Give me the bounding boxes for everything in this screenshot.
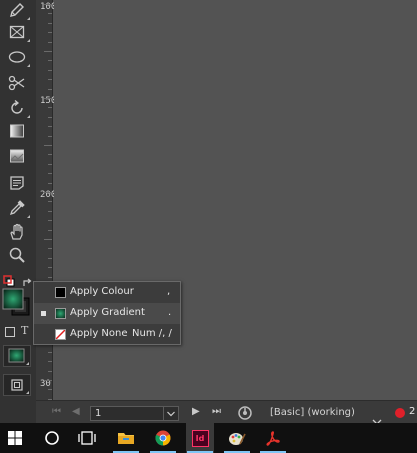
page-number-value: 1 <box>95 408 102 419</box>
ruler-tick <box>48 126 52 127</box>
menu-item-label: Apply Gradient <box>70 307 145 318</box>
menu-item-apply-none[interactable]: Apply None Num /, / <box>34 324 180 345</box>
ruler-tick <box>48 70 52 71</box>
none-swatch-icon <box>55 329 66 340</box>
ruler-tick <box>44 51 52 52</box>
formatting-text-icon[interactable]: T <box>21 324 28 337</box>
ruler-tick <box>48 136 52 137</box>
selected-indicator-icon <box>41 311 46 316</box>
paint-icon[interactable] <box>223 423 251 453</box>
gradient-feather-tool-icon[interactable] <box>6 146 28 166</box>
page-dropdown-button[interactable] <box>163 406 179 421</box>
ruler-tick <box>48 248 52 249</box>
chrome-icon[interactable] <box>149 423 177 453</box>
ruler-tick <box>48 277 52 278</box>
file-explorer-icon[interactable] <box>112 423 140 453</box>
menu-item-shortcut: , <box>167 286 171 297</box>
free-transform-tool-icon[interactable] <box>6 98 30 118</box>
ruler-tick <box>48 13 52 14</box>
ruler-tick <box>48 154 52 155</box>
ruler-tick <box>48 107 52 108</box>
ruler-tick <box>48 220 52 221</box>
ruler-tick <box>48 371 52 372</box>
error-count[interactable]: 2 <box>409 406 415 417</box>
ruler-tick <box>44 192 52 193</box>
acrobat-icon[interactable] <box>259 423 287 453</box>
taskbar: Id <box>0 423 417 453</box>
menu-item-shortcut: . <box>168 307 172 318</box>
ruler-tick <box>48 117 52 118</box>
gradient-swatch-tool-icon[interactable] <box>6 121 28 141</box>
eyedropper-tool-icon[interactable] <box>6 198 30 218</box>
ruler-tick <box>44 145 52 146</box>
ruler-tick <box>48 183 52 184</box>
ruler-tick <box>48 230 52 231</box>
scissors-tool-icon[interactable] <box>6 73 28 93</box>
ruler-tick <box>48 89 52 90</box>
menu-item-apply-colour[interactable]: Apply Colour , <box>34 282 180 303</box>
hand-tool-icon[interactable] <box>6 222 28 242</box>
ruler-tick <box>48 173 52 174</box>
task-view-icon[interactable] <box>73 423 101 453</box>
cortana-search-icon[interactable] <box>38 423 66 453</box>
ruler-tick <box>44 380 52 381</box>
ruler-tick <box>48 361 52 362</box>
next-page-icon[interactable]: ▶ <box>192 407 200 417</box>
apply-popup-menu: Apply Colour , Apply Gradient . Apply No… <box>33 281 181 345</box>
ruler-tick <box>44 98 52 99</box>
last-page-icon[interactable]: ⏭ <box>212 407 221 417</box>
ruler-tick <box>48 42 52 43</box>
preflight-profile-label[interactable]: [Basic] (working) <box>270 407 355 418</box>
tools-panel: T <box>0 0 36 423</box>
menu-item-apply-gradient[interactable]: Apply Gradient . <box>34 303 180 324</box>
ruler-tick <box>48 211 52 212</box>
menu-item-label: Apply None <box>70 328 128 339</box>
menu-item-label: Apply Colour <box>70 286 134 297</box>
ruler-tick <box>48 389 52 390</box>
gradient-swatch-icon <box>55 308 66 319</box>
screen-mode-button[interactable] <box>3 374 31 396</box>
ruler-tick <box>48 258 52 259</box>
fill-stroke-swatches[interactable] <box>2 288 30 316</box>
solid-colour-swatch-icon <box>55 287 66 298</box>
status-bar: ⏮ ◀ 1 ▶ ⏭ [Basic] (working) 2 <box>36 400 417 425</box>
indesign-icon[interactable]: Id <box>186 423 214 453</box>
rectangle-frame-tool-icon[interactable] <box>6 22 30 42</box>
ruler-tick <box>44 4 52 5</box>
ruler-tick <box>48 23 52 24</box>
ruler-tick <box>48 60 52 61</box>
pencil-tool-icon[interactable] <box>6 0 30 20</box>
ruler-tick <box>48 32 52 33</box>
windows-start-icon[interactable] <box>0 423 30 453</box>
first-page-icon[interactable]: ⏮ <box>52 407 61 417</box>
preflight-error-icon[interactable] <box>395 408 405 418</box>
ruler-tick <box>48 352 52 353</box>
ruler-label: 30 <box>40 379 51 389</box>
note-tool-icon[interactable] <box>6 173 28 193</box>
default-fill-stroke-icon[interactable] <box>3 272 15 287</box>
preflight-icon[interactable] <box>237 405 253 421</box>
zoom-tool-icon[interactable] <box>6 245 28 265</box>
ruler-tick <box>48 201 52 202</box>
ruler-tick <box>48 267 52 268</box>
ruler-tick <box>48 164 52 165</box>
ruler-tick <box>48 79 52 80</box>
indesign-label: Id <box>191 429 209 447</box>
apply-gradient-button[interactable] <box>3 345 31 367</box>
menu-item-shortcut: Num /, / <box>132 328 172 339</box>
previous-page-icon[interactable]: ◀ <box>72 407 80 417</box>
formatting-container-icon[interactable] <box>5 327 15 337</box>
ruler-tick <box>44 239 52 240</box>
ellipse-tool-icon[interactable] <box>6 47 30 67</box>
